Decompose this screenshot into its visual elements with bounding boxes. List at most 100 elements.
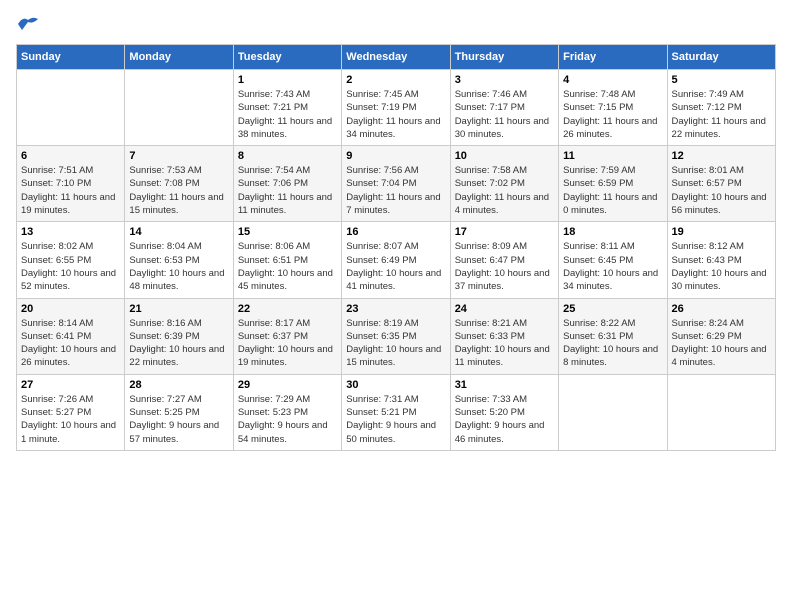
calendar-day-cell: 12Sunrise: 8:01 AMSunset: 6:57 PMDayligh… <box>667 146 775 222</box>
day-of-week-header: Thursday <box>450 45 558 70</box>
calendar-day-cell: 11 Sunrise: 7:59 AMSunset: 6:59 PMDayligh… <box>559 146 667 222</box>
calendar-day-cell: 14Sunrise: 8:04 AMSunset: 6:53 PMDayligh… <box>125 222 233 298</box>
calendar-day-cell: 26 Sunrise: 8:24 AMSunset: 6:29 PMDayligh… <box>667 298 775 374</box>
calendar-day-cell: 24 Sunrise: 8:21 AMSunset: 6:33 PMDayligh… <box>450 298 558 374</box>
day-number: 8 <box>238 150 337 162</box>
calendar-day-cell: 31 Sunrise: 7:33 AMSunset: 5:20 PMDayligh… <box>450 374 558 450</box>
day-number: 6 <box>21 150 120 162</box>
day-info: Sunrise: 7:33 AMSunset: 5:20 PMDaylight:… <box>455 393 554 446</box>
calendar-day-cell: 17Sunrise: 8:09 AMSunset: 6:47 PMDayligh… <box>450 222 558 298</box>
calendar-day-cell: 22 Sunrise: 8:17 AMSunset: 6:37 PMDayligh… <box>233 298 341 374</box>
day-info: Sunrise: 7:51 AMSunset: 7:10 PMDaylight:… <box>21 164 120 217</box>
calendar-day-cell: 1 Sunrise: 7:43 AMSunset: 7:21 PMDaylight… <box>233 70 341 146</box>
day-info: Sunrise: 8:09 AMSunset: 6:47 PMDaylight:… <box>455 240 554 293</box>
day-info: Sunrise: 7:45 AMSunset: 7:19 PMDaylight:… <box>346 88 445 141</box>
calendar-day-cell: 9 Sunrise: 7:56 AMSunset: 7:04 PMDaylight… <box>342 146 450 222</box>
day-info: Sunrise: 7:54 AMSunset: 7:06 PMDaylight:… <box>238 164 337 217</box>
day-info: Sunrise: 8:21 AMSunset: 6:33 PMDaylight:… <box>455 317 554 370</box>
day-info: Sunrise: 8:11 AMSunset: 6:45 PMDaylight:… <box>563 240 662 293</box>
day-number: 4 <box>563 74 662 86</box>
calendar-day-cell: 23Sunrise: 8:19 AMSunset: 6:35 PMDayligh… <box>342 298 450 374</box>
day-of-week-header: Tuesday <box>233 45 341 70</box>
day-number: 18 <box>563 226 662 238</box>
calendar-week-row: 1 Sunrise: 7:43 AMSunset: 7:21 PMDaylight… <box>17 70 776 146</box>
day-of-week-header: Monday <box>125 45 233 70</box>
day-number: 9 <box>346 150 445 162</box>
logo <box>16 16 38 32</box>
day-number: 20 <box>21 303 120 315</box>
calendar-day-cell: 3 Sunrise: 7:46 AMSunset: 7:17 PMDaylight… <box>450 70 558 146</box>
day-info: Sunrise: 7:48 AMSunset: 7:15 PMDaylight:… <box>563 88 662 141</box>
calendar-day-cell: 8 Sunrise: 7:54 AMSunset: 7:06 PMDaylight… <box>233 146 341 222</box>
calendar-week-row: 27Sunrise: 7:26 AMSunset: 5:27 PMDayligh… <box>17 374 776 450</box>
calendar-day-cell: 13 Sunrise: 8:02 AMSunset: 6:55 PMDayligh… <box>17 222 125 298</box>
logo-bird-icon <box>18 16 38 32</box>
day-number: 24 <box>455 303 554 315</box>
day-info: Sunrise: 7:26 AMSunset: 5:27 PMDaylight:… <box>21 393 120 446</box>
day-info: Sunrise: 7:43 AMSunset: 7:21 PMDaylight:… <box>238 88 337 141</box>
calendar-day-cell: 19 Sunrise: 8:12 AMSunset: 6:43 PMDayligh… <box>667 222 775 298</box>
day-number: 5 <box>672 74 771 86</box>
calendar-day-cell: 18 Sunrise: 8:11 AMSunset: 6:45 PMDayligh… <box>559 222 667 298</box>
day-info: Sunrise: 7:58 AMSunset: 7:02 PMDaylight:… <box>455 164 554 217</box>
day-info: Sunrise: 7:29 AMSunset: 5:23 PMDaylight:… <box>238 393 337 446</box>
day-info: Sunrise: 7:46 AMSunset: 7:17 PMDaylight:… <box>455 88 554 141</box>
calendar-day-cell: 30Sunrise: 7:31 AMSunset: 5:21 PMDayligh… <box>342 374 450 450</box>
calendar-week-row: 13 Sunrise: 8:02 AMSunset: 6:55 PMDayligh… <box>17 222 776 298</box>
day-number: 13 <box>21 226 120 238</box>
day-of-week-header: Friday <box>559 45 667 70</box>
day-number: 26 <box>672 303 771 315</box>
day-of-week-header: Saturday <box>667 45 775 70</box>
day-number: 29 <box>238 379 337 391</box>
calendar-week-row: 6 Sunrise: 7:51 AMSunset: 7:10 PMDaylight… <box>17 146 776 222</box>
day-info: Sunrise: 7:49 AMSunset: 7:12 PMDaylight:… <box>672 88 771 141</box>
day-of-week-header: Sunday <box>17 45 125 70</box>
day-info: Sunrise: 8:19 AMSunset: 6:35 PMDaylight:… <box>346 317 445 370</box>
day-info: Sunrise: 8:17 AMSunset: 6:37 PMDaylight:… <box>238 317 337 370</box>
calendar-header-row: SundayMondayTuesdayWednesdayThursdayFrid… <box>17 45 776 70</box>
calendar-day-cell: 20 Sunrise: 8:14 AMSunset: 6:41 PMDayligh… <box>17 298 125 374</box>
day-info: Sunrise: 8:12 AMSunset: 6:43 PMDaylight:… <box>672 240 771 293</box>
calendar-day-cell: 16 Sunrise: 8:07 AMSunset: 6:49 PMDayligh… <box>342 222 450 298</box>
day-info: Sunrise: 7:31 AMSunset: 5:21 PMDaylight:… <box>346 393 445 446</box>
day-info: Sunrise: 7:27 AMSunset: 5:25 PMDaylight:… <box>129 393 228 446</box>
day-number: 11 <box>563 150 662 162</box>
day-number: 15 <box>238 226 337 238</box>
calendar-day-cell <box>667 374 775 450</box>
day-number: 3 <box>455 74 554 86</box>
day-number: 28 <box>129 379 228 391</box>
calendar-table: SundayMondayTuesdayWednesdayThursdayFrid… <box>16 44 776 451</box>
day-number: 22 <box>238 303 337 315</box>
day-info: Sunrise: 8:24 AMSunset: 6:29 PMDaylight:… <box>672 317 771 370</box>
calendar-day-cell: 15Sunrise: 8:06 AMSunset: 6:51 PMDayligh… <box>233 222 341 298</box>
day-info: Sunrise: 8:16 AMSunset: 6:39 PMDaylight:… <box>129 317 228 370</box>
day-number: 31 <box>455 379 554 391</box>
day-info: Sunrise: 8:22 AMSunset: 6:31 PMDaylight:… <box>563 317 662 370</box>
day-number: 2 <box>346 74 445 86</box>
day-number: 12 <box>672 150 771 162</box>
calendar-week-row: 20 Sunrise: 8:14 AMSunset: 6:41 PMDayligh… <box>17 298 776 374</box>
day-number: 1 <box>238 74 337 86</box>
day-info: Sunrise: 8:02 AMSunset: 6:55 PMDaylight:… <box>21 240 120 293</box>
calendar-day-cell <box>17 70 125 146</box>
day-info: Sunrise: 7:59 AMSunset: 6:59 PMDaylight:… <box>563 164 662 217</box>
calendar-day-cell: 21Sunrise: 8:16 AMSunset: 6:39 PMDayligh… <box>125 298 233 374</box>
calendar-day-cell: 10 Sunrise: 7:58 AMSunset: 7:02 PMDayligh… <box>450 146 558 222</box>
day-info: Sunrise: 7:56 AMSunset: 7:04 PMDaylight:… <box>346 164 445 217</box>
calendar-day-cell: 2 Sunrise: 7:45 AMSunset: 7:19 PMDaylight… <box>342 70 450 146</box>
day-of-week-header: Wednesday <box>342 45 450 70</box>
calendar-day-cell: 5 Sunrise: 7:49 AMSunset: 7:12 PMDaylight… <box>667 70 775 146</box>
day-info: Sunrise: 8:07 AMSunset: 6:49 PMDaylight:… <box>346 240 445 293</box>
day-number: 19 <box>672 226 771 238</box>
calendar-day-cell <box>125 70 233 146</box>
day-number: 7 <box>129 150 228 162</box>
day-number: 14 <box>129 226 228 238</box>
day-info: Sunrise: 8:14 AMSunset: 6:41 PMDaylight:… <box>21 317 120 370</box>
day-number: 10 <box>455 150 554 162</box>
calendar-day-cell: 7Sunrise: 7:53 AMSunset: 7:08 PMDaylight… <box>125 146 233 222</box>
calendar-day-cell: 27Sunrise: 7:26 AMSunset: 5:27 PMDayligh… <box>17 374 125 450</box>
calendar-day-cell: 4 Sunrise: 7:48 AMSunset: 7:15 PMDaylight… <box>559 70 667 146</box>
calendar-day-cell: 6 Sunrise: 7:51 AMSunset: 7:10 PMDaylight… <box>17 146 125 222</box>
day-number: 16 <box>346 226 445 238</box>
calendar-day-cell: 25Sunrise: 8:22 AMSunset: 6:31 PMDayligh… <box>559 298 667 374</box>
